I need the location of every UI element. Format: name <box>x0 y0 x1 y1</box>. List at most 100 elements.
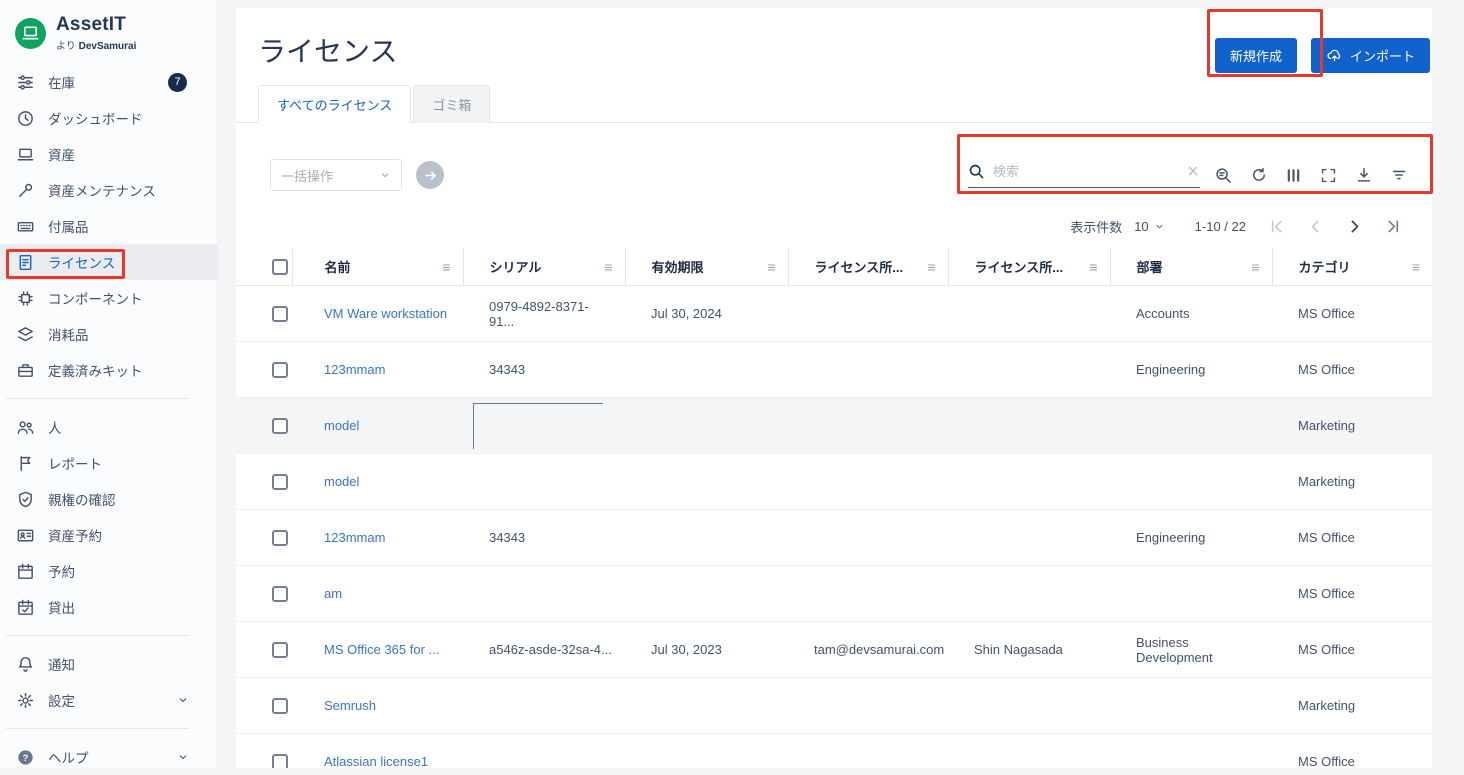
next-page-button[interactable] <box>1346 218 1363 235</box>
sidebar-item-consumable[interactable]: 消耗品 <box>0 316 217 352</box>
column-menu-icon[interactable]: ≡ <box>1412 259 1420 275</box>
sidebar-item-license[interactable]: ライセンス <box>0 244 217 280</box>
custody-icon <box>16 490 35 509</box>
cell: Business Development <box>1110 622 1272 678</box>
refresh-icon[interactable] <box>1241 160 1276 190</box>
row-checkbox[interactable] <box>272 586 288 602</box>
license-name-link[interactable]: VM Ware workstation <box>324 306 447 321</box>
row-checkbox[interactable] <box>272 306 288 322</box>
columns-icon[interactable] <box>1276 160 1311 190</box>
row-checkbox[interactable] <box>272 362 288 378</box>
column-menu-icon[interactable]: ≡ <box>1251 259 1259 275</box>
sidebar-item-label: 通知 <box>48 654 75 674</box>
sidebar-item-component[interactable]: コンポーネント <box>0 280 217 316</box>
column-header[interactable]: 名前≡ <box>292 248 463 286</box>
sidebar-item-dashboard[interactable]: ダッシュボード <box>0 100 217 136</box>
cell: a546z-asde-32sa-4... <box>463 622 625 678</box>
sidebar-item-custody[interactable]: 親権の確認 <box>0 481 217 517</box>
search-input[interactable] <box>993 164 1178 179</box>
column-menu-icon[interactable]: ≡ <box>767 259 775 275</box>
sidebar-item-help[interactable]: ? ヘルプ <box>0 739 217 775</box>
row-checkbox[interactable] <box>272 474 288 490</box>
tab-1[interactable]: ゴミ箱 <box>413 85 490 123</box>
license-name-link[interactable]: Atlassian license1 <box>324 754 428 768</box>
cell <box>463 678 625 734</box>
column-menu-icon[interactable]: ≡ <box>442 259 450 275</box>
sidebar-item-asset-reservation[interactable]: 資産予約 <box>0 517 217 553</box>
license-name-link[interactable]: model <box>324 418 359 433</box>
app-byline: より DevSamurai <box>56 37 136 52</box>
tab-0[interactable]: すべてのライセンス <box>258 85 411 123</box>
row-checkbox[interactable] <box>272 698 288 714</box>
page-title: ライセンス <box>258 30 397 70</box>
row-checkbox[interactable] <box>272 530 288 546</box>
sidebar-item-checkout[interactable]: 貸出 <box>0 589 217 625</box>
name-cell: 123mmam <box>292 510 463 566</box>
row-checkbox-cell <box>236 342 292 398</box>
column-header[interactable]: カテゴリ≡ <box>1272 248 1432 286</box>
column-menu-icon[interactable]: ≡ <box>1089 259 1097 275</box>
sidebar-item-accessory[interactable]: 付属品 <box>0 208 217 244</box>
last-page-button[interactable] <box>1385 218 1402 235</box>
first-page-button[interactable] <box>1268 218 1285 235</box>
license-name-link[interactable]: Semrush <box>324 698 376 713</box>
license-name-link[interactable]: MS Office 365 for ... <box>324 642 439 657</box>
dashboard-icon <box>16 109 35 128</box>
sidebar-item-inventory[interactable]: 在庫7 <box>0 64 217 100</box>
license-name-link[interactable]: model <box>324 474 359 489</box>
maintenance-icon <box>16 181 35 200</box>
app-logo[interactable]: AssetIT より DevSamurai <box>0 0 217 64</box>
sidebar-item-label: 資産メンテナンス <box>48 180 156 200</box>
column-header-label: 有効期限 <box>652 257 704 276</box>
column-header[interactable]: 有効期限 ≡ <box>625 248 788 286</box>
sidebar-item-settings[interactable]: 設定 <box>0 682 217 718</box>
cell <box>948 678 1110 734</box>
svg-text:?: ? <box>23 752 29 763</box>
sidebar-item-people[interactable]: 人 <box>0 409 217 445</box>
sidebar-item-maintenance[interactable]: 資産メンテナンス <box>0 172 217 208</box>
fullscreen-icon[interactable] <box>1311 160 1346 190</box>
download-icon[interactable] <box>1346 160 1381 190</box>
sidebar-item-kit[interactable]: 定義済みキット <box>0 352 217 388</box>
sidebar-item-asset[interactable]: 資産 <box>0 136 217 172</box>
license-name-link[interactable]: am <box>324 586 342 601</box>
prev-page-button[interactable] <box>1307 218 1324 235</box>
sidebar-item-notification[interactable]: 通知 <box>0 646 217 682</box>
sidebar-item-reservation[interactable]: 予約 <box>0 553 217 589</box>
sidebar-item-report[interactable]: レポート <box>0 445 217 481</box>
column-header[interactable]: ライセンス所...≡ <box>788 248 948 286</box>
row-checkbox[interactable] <box>272 754 288 769</box>
bulk-action-go-button[interactable] <box>416 161 444 189</box>
app-name: AssetIT <box>56 14 136 36</box>
cell <box>625 510 788 566</box>
import-button[interactable]: インポート <box>1311 38 1430 73</box>
settings-icon <box>16 691 35 710</box>
column-header[interactable]: シリアル ≡ <box>463 248 625 286</box>
sidebar-item-label: コンポーネント <box>48 288 143 308</box>
column-header-label: ライセンス所... <box>975 257 1064 276</box>
license-name-link[interactable]: 123mmam <box>324 362 385 377</box>
column-header-label: 部署 <box>1137 257 1163 276</box>
advanced-search-icon[interactable] <box>1206 160 1241 190</box>
name-cell: MS Office 365 for ... <box>292 622 463 678</box>
column-header[interactable]: 部署 ≡ <box>1110 248 1272 286</box>
select-all-checkbox[interactable] <box>272 259 288 275</box>
cell: Marketing <box>1272 454 1432 510</box>
row-checkbox[interactable] <box>272 642 288 658</box>
sidebar: AssetIT より DevSamurai 在庫7ダッシュボード資産資産メンテナ… <box>0 0 218 768</box>
clear-search-icon[interactable] <box>1186 164 1200 178</box>
per-page-select[interactable]: 10 <box>1134 219 1164 234</box>
create-button[interactable]: 新規作成 <box>1215 38 1297 73</box>
column-menu-icon[interactable]: ≡ <box>604 259 612 275</box>
column-header[interactable]: ライセンス所... ≡ <box>948 248 1110 286</box>
inline-edit-cell[interactable] <box>473 403 603 449</box>
row-checkbox[interactable] <box>272 418 288 434</box>
license-name-link[interactable]: 123mmam <box>324 530 385 545</box>
filter-icon[interactable] <box>1381 160 1416 190</box>
people-icon <box>16 418 35 437</box>
sidebar-item-label: ヘルプ <box>48 747 89 767</box>
column-header-label: シリアル <box>490 257 542 276</box>
column-menu-icon[interactable]: ≡ <box>927 259 935 275</box>
help-icon: ? <box>16 748 35 767</box>
bulk-action-select[interactable]: 一括操作 <box>270 159 402 191</box>
